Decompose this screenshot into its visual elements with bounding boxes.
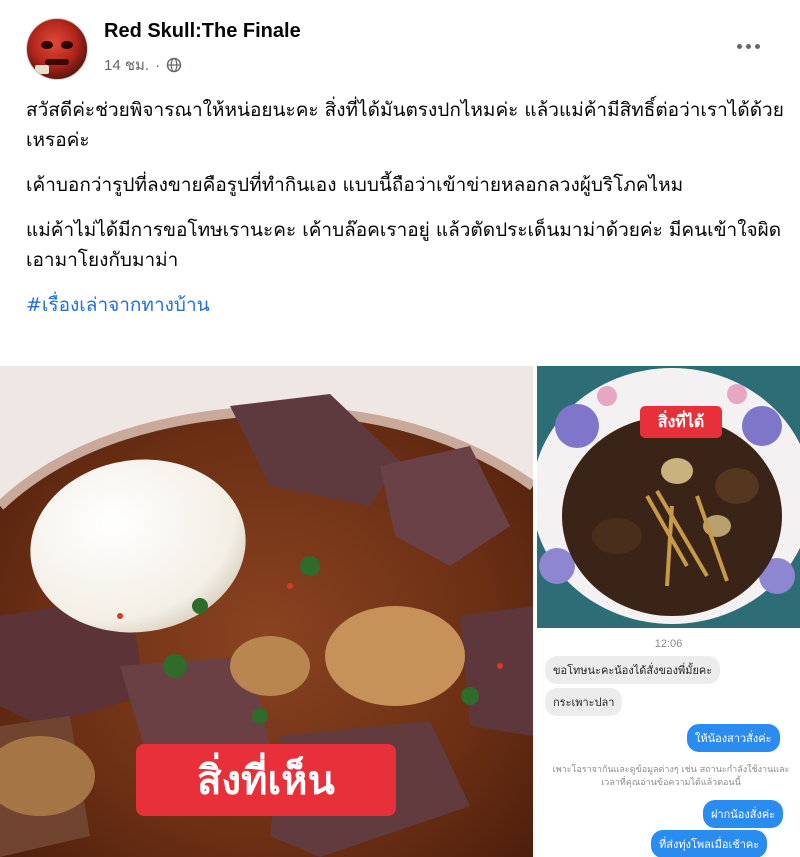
avatar-mouth (45, 59, 69, 65)
chat-bubble-incoming: กระเพาะปลา (545, 688, 623, 716)
chat-timestamp: 12:06 (654, 638, 683, 650)
avatar-eye (41, 41, 53, 49)
author-name[interactable]: Red Skull:The Finale (104, 20, 301, 43)
photo-received[interactable]: สิ่งที่ได้ (537, 366, 800, 628)
photo-advertised[interactable]: สิ่งที่เห็น (0, 366, 533, 857)
post-text: สวัสดีค่ะช่วยพิจารณาให้หน่อยนะคะ สิ่งที่… (26, 95, 786, 335)
chat-screenshot[interactable]: 12:06 ขอโทษนะคะน้องได้สั่งของพี่มั้ยคะ ก… (537, 632, 800, 857)
hashtag-link[interactable]: #เรื่องเล่าจากทางบ้าน (26, 294, 210, 316)
author-avatar[interactable] (26, 18, 88, 80)
post-time[interactable]: 14 ชม. (104, 53, 149, 77)
photo-grid: สิ่งที่เห็น สิ่งที่ได้ 12:06 ขอโทษนะคะน้… (0, 366, 800, 857)
more-options-icon[interactable] (728, 32, 768, 60)
globe-icon (166, 57, 182, 73)
meta-separator: · (155, 56, 161, 74)
post-paragraph: สวัสดีค่ะช่วยพิจารณาให้หน่อยนะคะ สิ่งที่… (26, 99, 784, 151)
post-paragraph: เค้าบอกว่ารูปที่ลงขายคือรูปที่ทำกินเอง แ… (26, 174, 684, 196)
label-what-i-got: สิ่งที่ได้ (640, 406, 722, 438)
chat-bubble-outgoing: ให้น้องสาวสั่งค่ะ (687, 724, 780, 752)
chat-bubble-outgoing: ที่ส่งทุ่งโพลเมื่อเช้าคะ (651, 830, 768, 857)
label-what-i-saw: สิ่งที่เห็น (136, 744, 396, 816)
chat-system-note: เพาะโอราจากันและดูข้อมูลต่างๆ เช่น สถานะ… (552, 765, 790, 788)
avatar-badge (35, 65, 49, 74)
post-paragraph: แม่ค้าไม่ได้มีการขอโทษเรานะคะ เค้าบล๊อคเ… (26, 219, 782, 271)
chat-bubble-incoming: ขอโทษนะคะน้องได้สั่งของพี่มั้ยคะ (545, 656, 721, 684)
post-meta: 14 ชม. · (104, 53, 182, 77)
chat-bubble-outgoing: ฝากน้องสั่งค่ะ (703, 800, 784, 828)
avatar-eye (61, 41, 73, 49)
post-header: Red Skull:The Finale 14 ชม. · (0, 0, 800, 90)
